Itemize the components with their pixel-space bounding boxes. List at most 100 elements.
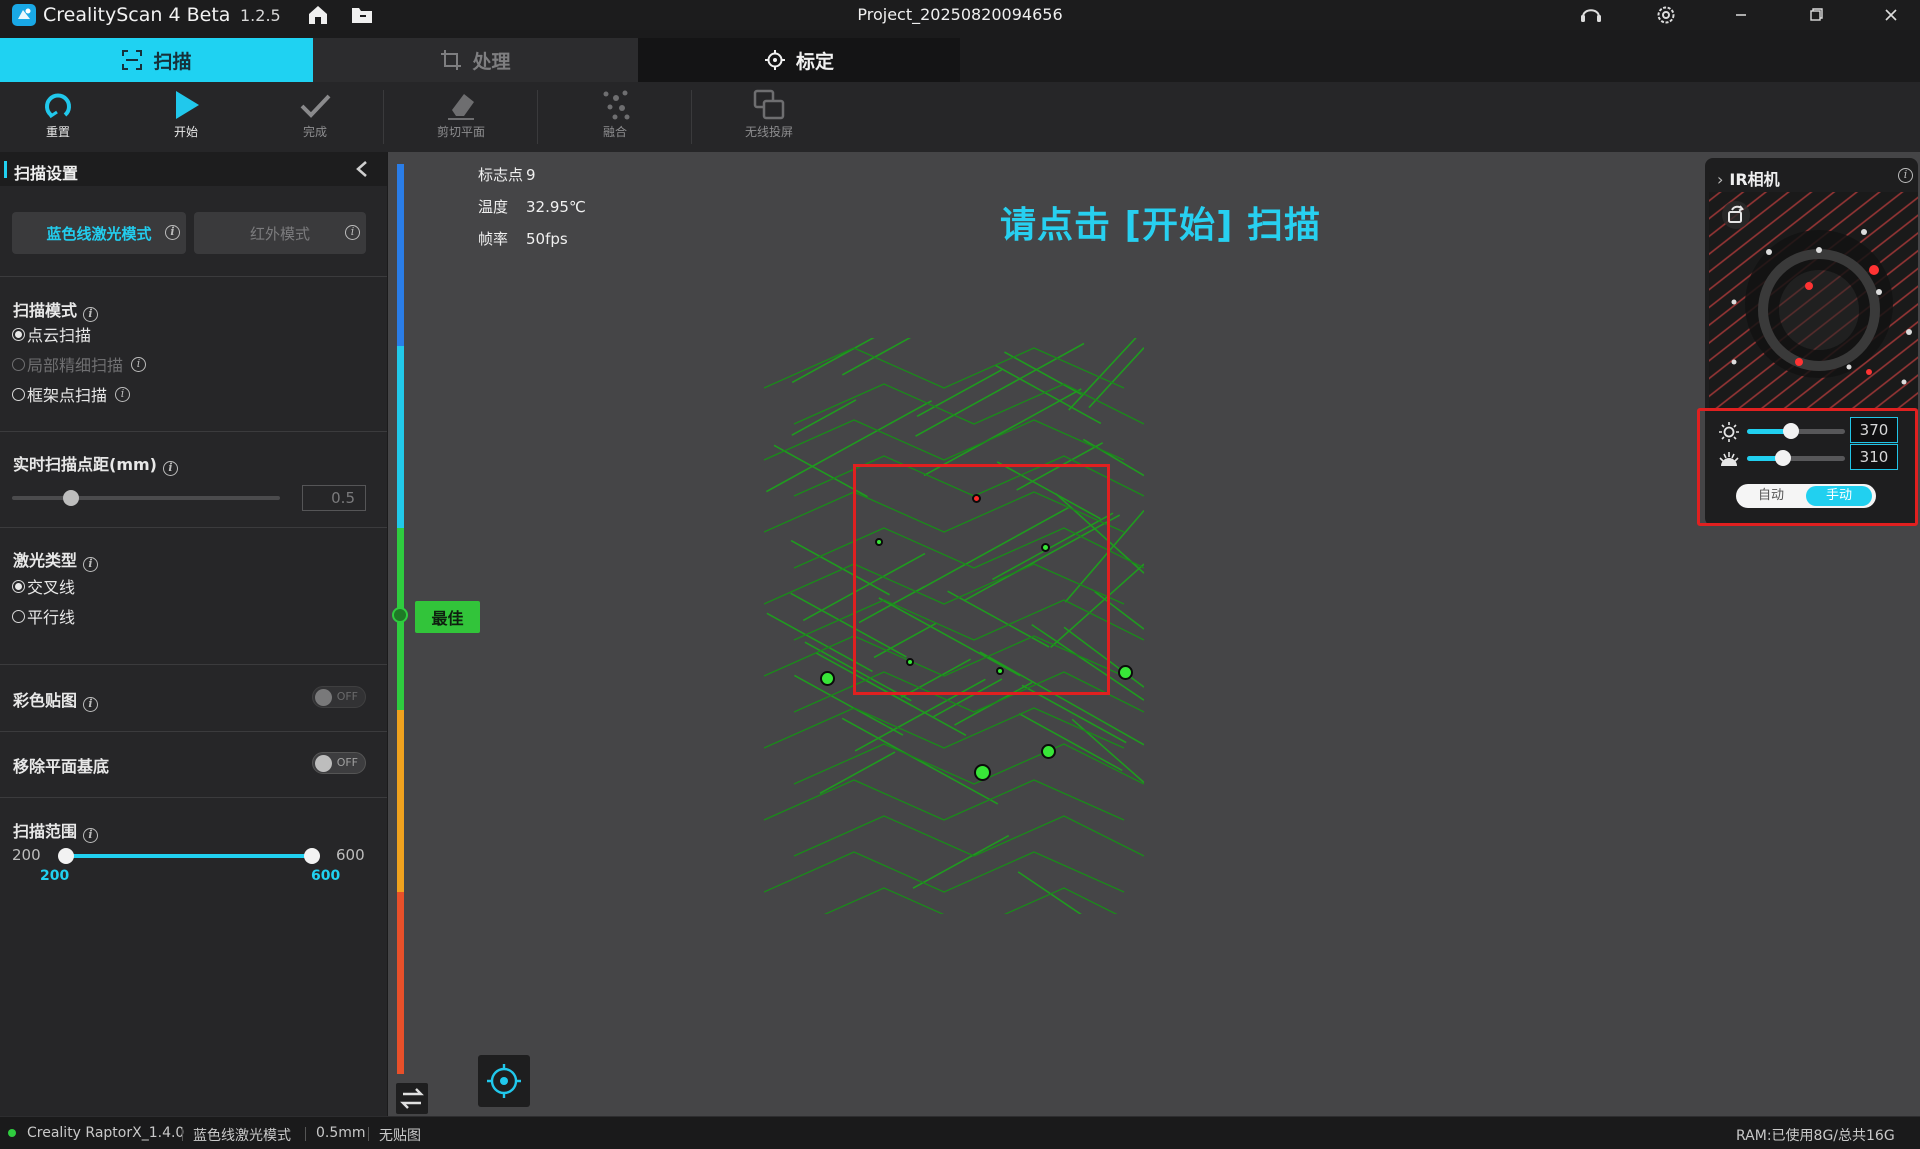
status-divider	[305, 1127, 306, 1141]
point-distance-value[interactable]: 0.5	[302, 485, 366, 511]
scatter-points-icon	[603, 90, 630, 120]
laser-line	[819, 751, 896, 795]
finish-button[interactable]: 完成	[270, 86, 360, 148]
settings-gear-icon[interactable]	[1651, 3, 1681, 27]
brightness-value[interactable]: 370	[1850, 417, 1898, 443]
info-icon[interactable]: i	[1898, 168, 1913, 183]
infrared-mode-button[interactable]: 红外模式 i	[194, 212, 366, 254]
info-icon[interactable]: i	[83, 697, 99, 712]
radio-point-cloud-scan[interactable]: 点云扫描	[12, 322, 91, 346]
folder-icon[interactable]	[350, 4, 374, 26]
distance-status-label: 最佳	[415, 601, 480, 633]
collapse-chevron-icon[interactable]	[353, 159, 371, 179]
support-headset-icon[interactable]	[1576, 3, 1606, 27]
app-name: CrealityScan 4 Beta	[43, 4, 231, 26]
eraser-icon	[448, 94, 474, 120]
cut-plane-button[interactable]: 剪切平面	[416, 86, 506, 148]
tab-scan[interactable]: 扫描	[0, 38, 313, 82]
laser-line	[1004, 351, 1082, 396]
radio-unselected	[12, 387, 25, 401]
toggle-knob	[315, 755, 332, 772]
info-icon[interactable]: i	[162, 461, 178, 476]
swap-arrows-icon	[400, 1088, 424, 1109]
wireless-cast-button[interactable]: 无线投屏	[724, 86, 814, 148]
exposure-slider-knob[interactable]	[1775, 450, 1792, 466]
scan-range-title: 扫描范围 i	[13, 818, 99, 843]
laser-line	[915, 342, 1085, 437]
point-distance-status: 0.5mm	[316, 1125, 366, 1141]
info-icon[interactable]: i	[83, 828, 99, 843]
laser-line	[1088, 347, 1144, 409]
device-name: Creality RaptorX_1.4.0	[27, 1125, 185, 1141]
distance-gauge-segment	[397, 164, 404, 346]
laser-line	[912, 834, 1010, 889]
divider	[0, 527, 387, 528]
scan-viewport[interactable]: 最佳 标志点 9 温度 32.95℃ 帧率 50fps 请点击 [开始] 扫描	[388, 152, 1920, 1116]
manual-mode-option[interactable]: 手动	[1806, 486, 1872, 506]
scan-range-low-knob[interactable]	[58, 848, 74, 864]
laser-line	[841, 717, 999, 805]
close-icon[interactable]	[1876, 3, 1906, 27]
recenter-view-button[interactable]	[478, 1055, 530, 1107]
radio-label: 局部精细扫描	[27, 356, 124, 375]
info-icon[interactable]: i	[83, 307, 99, 322]
distance-gauge-segment	[397, 710, 404, 892]
exposure-icon	[1718, 449, 1740, 471]
ram-usage: RAM:已使用8G/总共16G	[1736, 1128, 1895, 1144]
radio-frame-point-scan[interactable]: 框架点扫描 i	[12, 382, 131, 406]
exposure-value[interactable]: 310	[1850, 444, 1898, 470]
swap-view-button[interactable]	[396, 1083, 428, 1114]
scan-range-fill	[66, 854, 312, 858]
start-button[interactable]: 开始	[141, 86, 231, 148]
laser-type-title: 激光类型 i	[13, 547, 99, 572]
rotate-view-icon[interactable]	[1721, 200, 1751, 230]
distance-gauge-segment	[397, 892, 404, 1074]
minimize-icon[interactable]	[1726, 3, 1756, 27]
marker-point	[974, 764, 991, 781]
brightness-slider-knob[interactable]	[1783, 423, 1800, 439]
toggle-state: OFF	[336, 756, 358, 769]
scan-range-low-value: 200	[40, 868, 70, 884]
start-scan-prompt: 请点击 [开始] 扫描	[1000, 205, 1321, 246]
fuse-button[interactable]: 融合	[570, 86, 660, 148]
blue-laser-mode-button[interactable]: 蓝色线激光模式 i	[12, 212, 186, 254]
radio-label: 平行线	[27, 608, 76, 627]
home-icon[interactable]	[306, 4, 330, 26]
radio-local-fine-scan[interactable]: 局部精细扫描 i	[12, 352, 147, 376]
point-distance-slider[interactable]	[12, 496, 280, 500]
marker-point	[1041, 744, 1056, 759]
radio-cross-line[interactable]: 交叉线	[12, 574, 75, 598]
scan-range-max: 600	[336, 846, 365, 864]
start-label: 开始	[173, 125, 198, 139]
info-icon[interactable]: i	[165, 225, 180, 240]
color-texture-title: 彩色贴图 i	[13, 687, 99, 712]
reset-button[interactable]: 重置	[13, 86, 103, 148]
laser-line	[793, 815, 1144, 857]
ir-camera-header[interactable]: › IR相机	[1717, 166, 1780, 190]
toggle-state: OFF	[336, 690, 358, 703]
tab-calibrate[interactable]: 标定	[638, 38, 960, 82]
tab-process[interactable]: 处理	[313, 38, 638, 82]
remove-base-toggle[interactable]: OFF	[312, 752, 366, 774]
divider	[0, 664, 387, 665]
radio-parallel-line[interactable]: 平行线	[12, 604, 75, 628]
app-logo-icon	[12, 4, 36, 26]
toolbar-divider	[537, 90, 538, 144]
ir-exposure-controls: 370 310 自动 手动	[1697, 408, 1918, 526]
info-icon[interactable]: i	[83, 557, 99, 572]
chevron-right-icon: ›	[1717, 170, 1724, 189]
scan-range-high-knob[interactable]	[304, 848, 320, 864]
finish-label: 完成	[302, 125, 327, 139]
marker-point	[996, 667, 1004, 675]
info-icon[interactable]: i	[115, 386, 131, 402]
info-icon[interactable]: i	[345, 225, 360, 240]
auto-mode-option[interactable]: 自动	[1736, 484, 1806, 508]
restore-window-icon[interactable]	[1801, 3, 1831, 27]
point-distance-slider-knob[interactable]	[62, 490, 79, 506]
color-texture-toggle[interactable]: OFF	[312, 686, 366, 708]
remove-base-title: 移除平面基底	[13, 757, 110, 776]
radio-label: 框架点扫描	[27, 386, 108, 405]
laser-line	[1018, 713, 1123, 772]
laser-line	[1071, 718, 1144, 784]
info-icon[interactable]: i	[131, 356, 147, 372]
